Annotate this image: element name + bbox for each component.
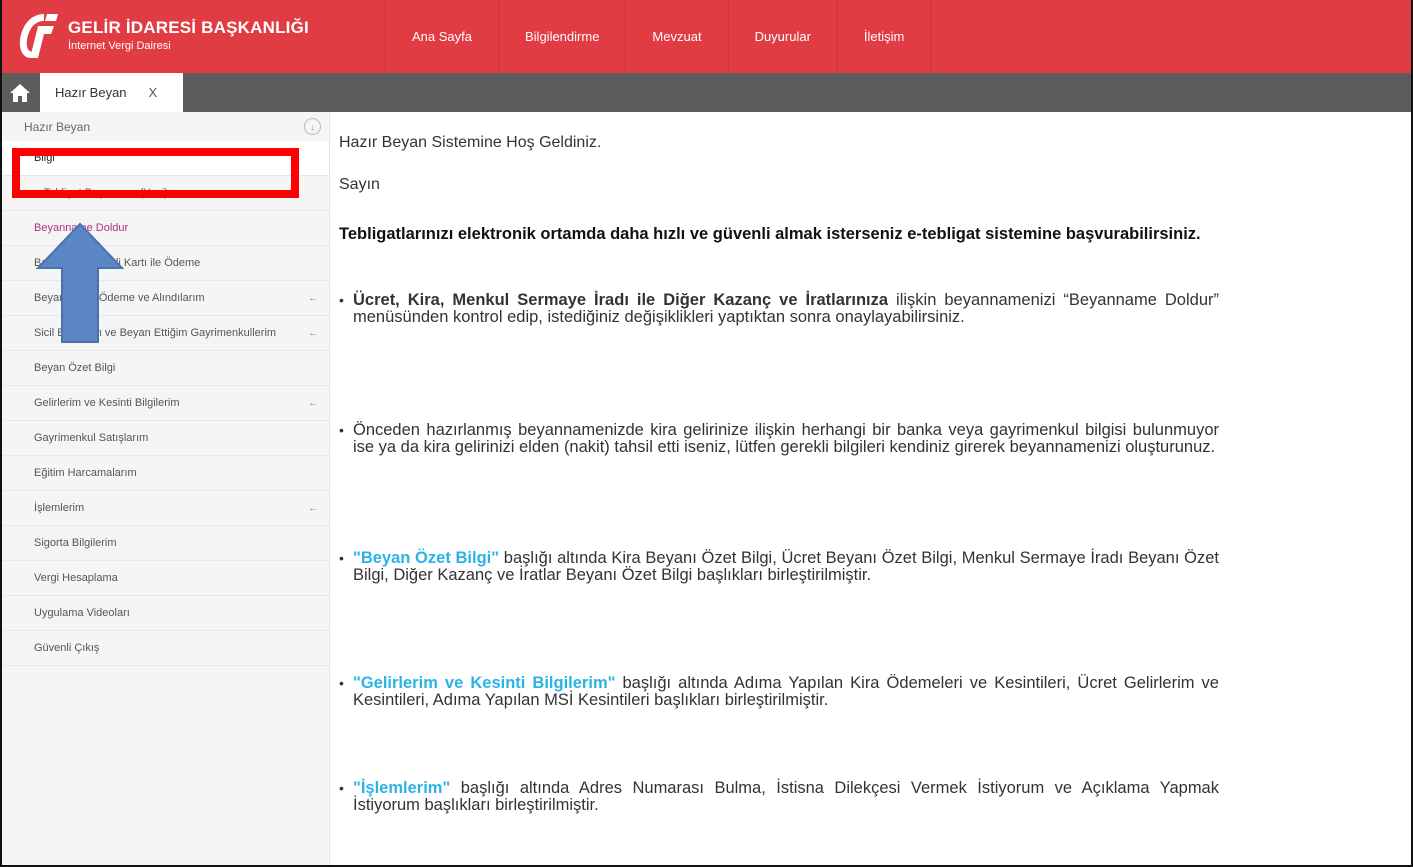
page-frame (0, 0, 1413, 867)
